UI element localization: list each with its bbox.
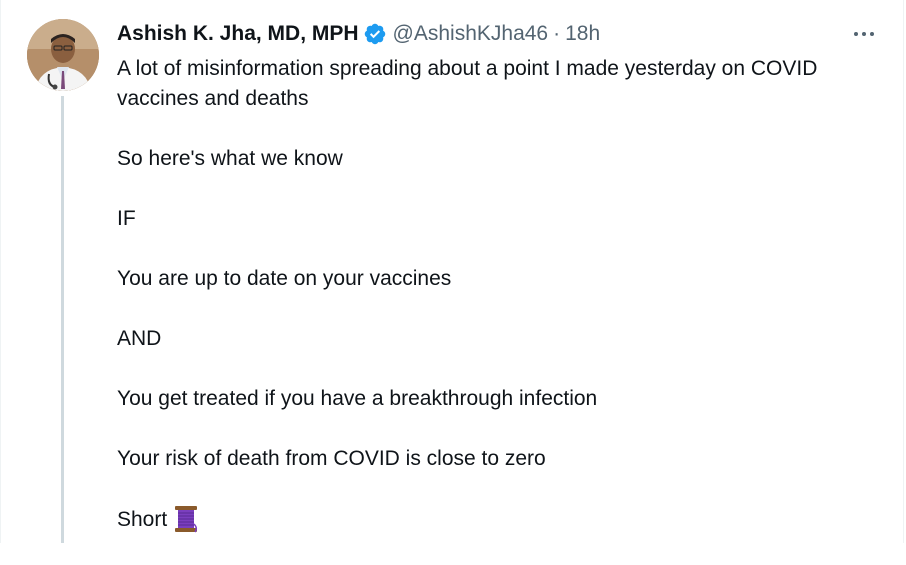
verified-badge-icon bbox=[363, 22, 387, 46]
tweet-paragraph-last: Short bbox=[117, 504, 887, 535]
more-dot bbox=[854, 32, 858, 36]
tweet-paragraph: You get treated if you have a breakthrou… bbox=[117, 387, 598, 410]
tweet-body: A lot of misinformation spreading about … bbox=[117, 54, 887, 565]
more-options-icon[interactable] bbox=[849, 22, 879, 46]
tweet-paragraph-text: Short bbox=[117, 508, 168, 531]
author-handle[interactable]: @AshishKJha46 bbox=[393, 22, 549, 46]
tweet-header: Ashish K. Jha, MD, MPH @AshishKJha46 · 1… bbox=[117, 20, 600, 48]
thread-connector-line bbox=[61, 96, 64, 543]
tweet-paragraph: AND bbox=[117, 327, 162, 350]
thread-spool-emoji-icon bbox=[173, 504, 199, 534]
more-dot bbox=[862, 32, 866, 36]
header-separator: · bbox=[553, 22, 561, 45]
author-name[interactable]: Ashish K. Jha, MD, MPH bbox=[117, 22, 359, 46]
tweet-paragraph: IF bbox=[117, 207, 136, 230]
tweet-container: Ashish K. Jha, MD, MPH @AshishKJha46 · 1… bbox=[0, 0, 904, 543]
tweet-paragraph: So here's what we know bbox=[117, 147, 343, 170]
avatar-photo bbox=[27, 19, 99, 91]
tweet-timestamp[interactable]: 18h bbox=[565, 22, 600, 46]
tweet-paragraph: Your risk of death from COVID is close t… bbox=[117, 447, 546, 470]
tweet-paragraph: A lot of misinformation spreading about … bbox=[117, 57, 818, 110]
more-dot bbox=[870, 32, 874, 36]
author-avatar[interactable] bbox=[27, 19, 99, 91]
tweet-paragraph: You are up to date on your vaccines bbox=[117, 267, 452, 290]
